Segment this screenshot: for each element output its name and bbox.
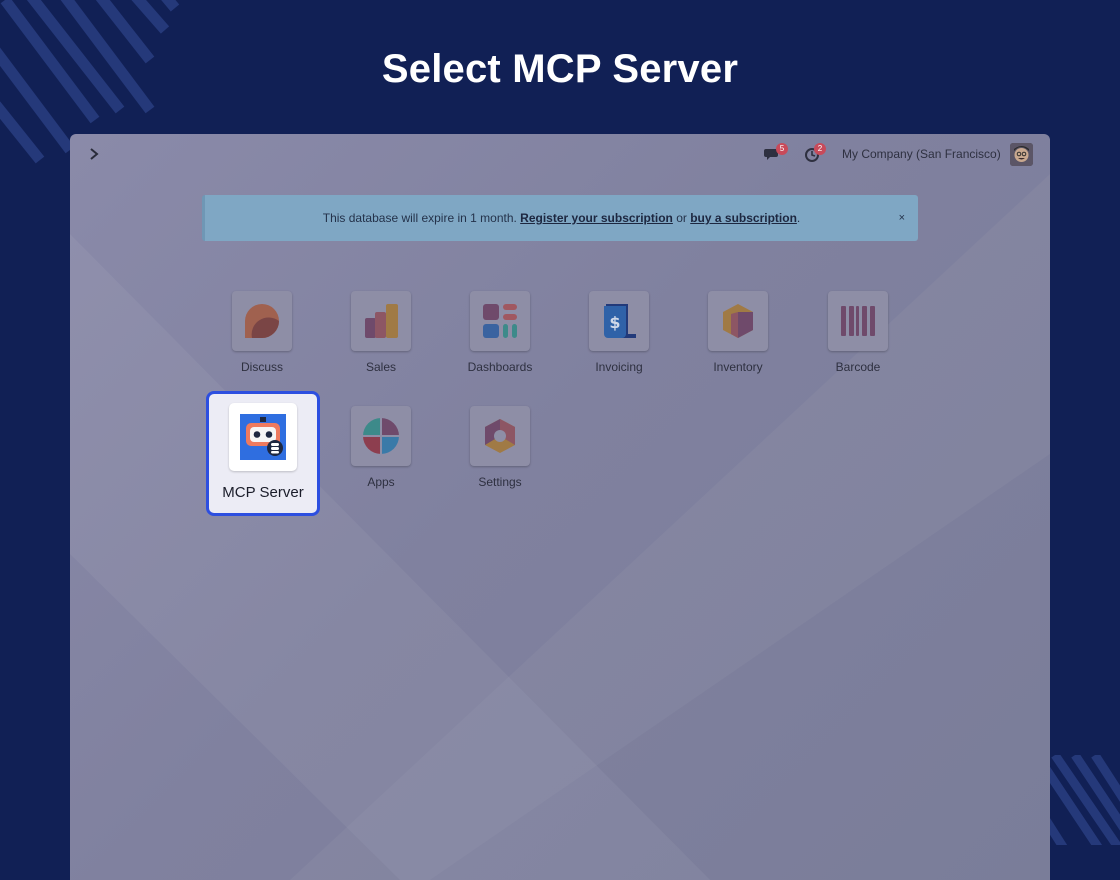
inventory-icon	[723, 304, 753, 338]
chevron-right-icon[interactable]	[88, 147, 100, 161]
app-apps[interactable]: Apps	[336, 406, 426, 489]
app-tile[interactable]	[229, 403, 297, 471]
app-tile[interactable]	[470, 291, 530, 351]
app-label: Settings	[478, 475, 522, 489]
app-tile[interactable]	[351, 406, 411, 466]
decorative-stripes-bottom-right	[1040, 755, 1120, 845]
app-barcode[interactable]: Barcode	[813, 291, 903, 374]
app-label: Invoicing	[595, 360, 643, 374]
app-tile[interactable]	[470, 406, 530, 466]
invoicing-icon: $	[604, 304, 636, 338]
svg-text:$: $	[609, 313, 620, 332]
app-discuss[interactable]: Discuss	[217, 291, 307, 374]
discuss-icon	[245, 304, 279, 338]
alert-text: This database will expire in 1 month.	[322, 211, 521, 225]
app-label: Apps	[367, 475, 395, 489]
page-title: Select MCP Server	[381, 47, 739, 91]
dashboards-icon	[483, 304, 517, 338]
app-tile[interactable]: $	[589, 291, 649, 351]
mcp-server-icon	[240, 414, 286, 460]
apps-icon	[363, 418, 399, 454]
alert-text-end: .	[796, 211, 801, 225]
alert-text-middle: or	[672, 211, 691, 225]
app-window: 5 2 My Company (San Francisco) This data…	[70, 134, 1050, 880]
app-tile[interactable]	[828, 291, 888, 351]
app-label: Barcode	[835, 360, 881, 374]
app-label: Inventory	[713, 360, 763, 374]
barcode-icon	[841, 306, 875, 336]
sales-icon	[365, 304, 398, 338]
expiration-alert: This database will expire in 1 month. Re…	[202, 195, 918, 241]
app-label: Dashboards	[467, 360, 533, 374]
app-tile[interactable]	[351, 291, 411, 351]
app-tile[interactable]	[232, 291, 292, 351]
app-mcp-server[interactable]: MCP Server	[206, 391, 320, 516]
app-dashboards[interactable]: Dashboards	[455, 291, 545, 374]
user-avatar[interactable]	[1010, 143, 1033, 166]
chat-badge: 5	[776, 143, 788, 155]
buy-subscription-link[interactable]: buy a subscription	[690, 211, 797, 225]
close-icon[interactable]: ×	[899, 195, 905, 241]
app-label: MCP Server	[222, 484, 304, 501]
app-sales[interactable]: Sales	[336, 291, 426, 374]
app-label: Discuss	[240, 360, 283, 374]
app-tile[interactable]	[708, 291, 768, 351]
app-inventory[interactable]: Inventory	[693, 291, 783, 374]
settings-icon	[485, 419, 515, 453]
activity-badge: 2	[814, 143, 826, 155]
company-switcher[interactable]: My Company (San Francisco)	[842, 147, 1001, 161]
app-label: Sales	[365, 360, 397, 374]
top-bar: 5 2 My Company (San Francisco)	[70, 134, 1050, 174]
app-invoicing[interactable]: $ Invoicing	[574, 291, 664, 374]
app-settings[interactable]: Settings	[455, 406, 545, 489]
register-subscription-link[interactable]: Register your subscription	[520, 211, 673, 225]
